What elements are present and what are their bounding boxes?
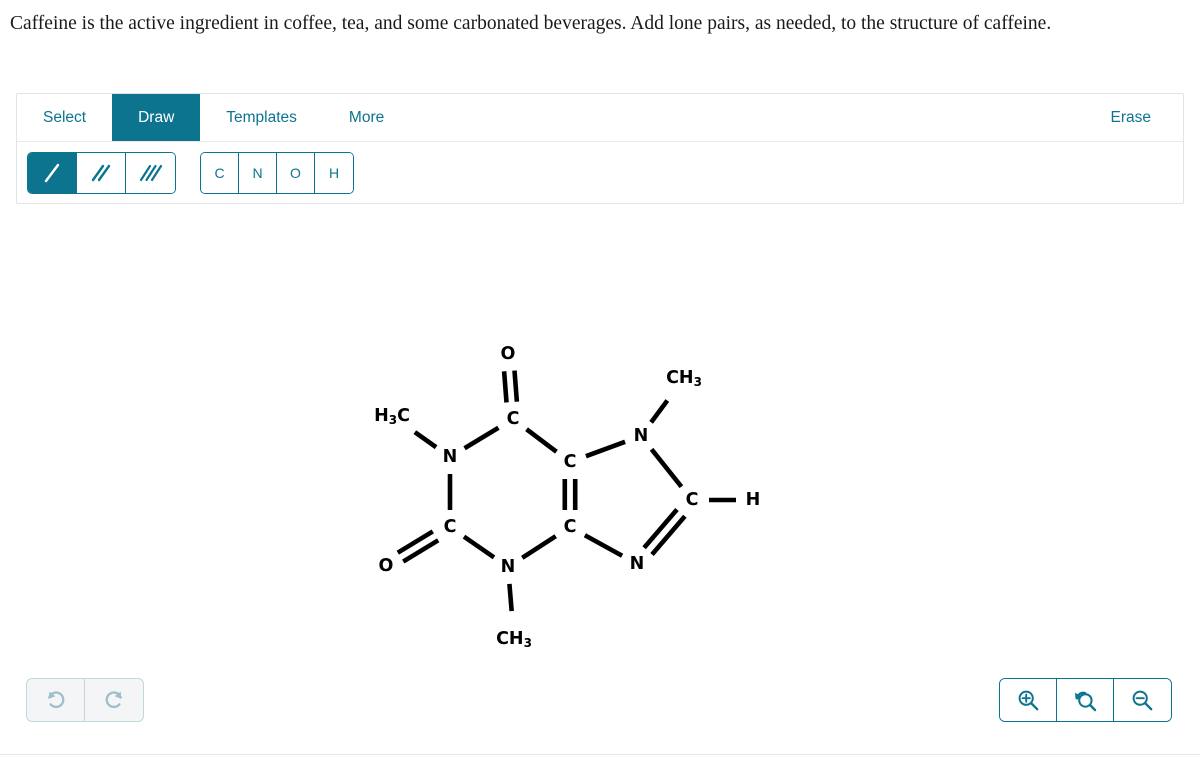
editor-tab-row: Select Draw Templates More Erase	[17, 94, 1183, 142]
tab-draw-label: Draw	[138, 108, 175, 126]
zoom-reset-button[interactable]	[1057, 679, 1114, 721]
bond-double-segment[interactable]	[512, 370, 520, 402]
bond-single[interactable]	[583, 533, 624, 558]
bond-double-segment[interactable]	[501, 371, 509, 403]
bond-single[interactable]	[413, 430, 438, 450]
single-bond-tool[interactable]	[28, 152, 77, 193]
single-bond-icon	[44, 163, 60, 182]
atom-label-n4[interactable]: N	[630, 554, 645, 574]
element-tool-c-label: C	[214, 164, 225, 181]
double-bond-tool[interactable]	[77, 152, 126, 193]
drawing-canvas[interactable]: O C H3C N C O N CH3 C C N CH3 C H N	[0, 230, 1200, 670]
bond-single[interactable]	[521, 534, 557, 560]
tab-templates-label: Templates	[226, 108, 297, 126]
element-tool-o[interactable]: O	[277, 152, 315, 193]
element-tool-n-label: N	[252, 164, 263, 181]
atom-label-c4[interactable]: C	[564, 452, 577, 472]
tab-more-label: More	[348, 108, 385, 126]
undo-button[interactable]	[27, 679, 85, 721]
magnifier-minus-icon	[1132, 690, 1153, 710]
bond-single[interactable]	[462, 534, 496, 560]
redo-icon	[105, 691, 122, 709]
bond-double-segment[interactable]	[402, 538, 440, 564]
undo-icon	[47, 691, 64, 709]
caffeine-structure: OCH3CNCO NCH3CCNCH3C HN	[374, 344, 760, 650]
bond-single[interactable]	[649, 447, 684, 489]
editor-tool-row: C N O H	[17, 142, 1183, 203]
tab-draw[interactable]: Draw	[112, 94, 201, 141]
tab-select-label: Select	[43, 108, 87, 126]
atom-label-c6[interactable]: C	[444, 517, 457, 537]
element-tool-c[interactable]: C	[201, 152, 239, 193]
history-button-group	[26, 678, 144, 722]
element-tool-h[interactable]: H	[315, 152, 353, 193]
bond-single[interactable]	[525, 427, 558, 454]
tab-select[interactable]: Select	[17, 94, 112, 141]
question-prompt: Caffeine is the active ingredient in cof…	[10, 13, 1052, 34]
element-tool-group: C N O H	[200, 151, 354, 194]
element-tool-o-label: O	[290, 164, 301, 181]
atom-label-n2[interactable]: N	[501, 557, 516, 577]
tab-more[interactable]: More	[323, 94, 410, 141]
triple-bond-icon	[139, 164, 162, 181]
zoom-in-button[interactable]	[1000, 679, 1057, 721]
atom-label-c2[interactable]: C	[507, 409, 520, 429]
bond-single[interactable]	[507, 583, 514, 612]
atom-label-n3[interactable]: N	[634, 426, 649, 446]
atom-label-o2[interactable]: O	[379, 556, 394, 576]
atom-layer: OCH3CNCO NCH3CCNCH3C HN	[374, 344, 760, 650]
triple-bond-tool[interactable]	[126, 152, 175, 193]
molecule-editor-panel: Select Draw Templates More Erase C N O H	[16, 93, 1184, 204]
atom-label-o1[interactable]: O	[501, 344, 516, 364]
redo-button[interactable]	[85, 679, 143, 721]
zoom-out-button[interactable]	[1114, 679, 1171, 721]
bond-single[interactable]	[463, 425, 500, 451]
bond-single[interactable]	[585, 439, 626, 459]
atom-label-m1[interactable]: H3C	[374, 406, 410, 427]
bond-tool-group	[27, 151, 176, 194]
magnifier-plus-icon	[1018, 690, 1038, 710]
editor-bottom-bar	[0, 672, 1200, 734]
erase-button-label: Erase	[1110, 108, 1152, 126]
zoom-button-group	[999, 678, 1172, 722]
atom-label-h1[interactable]: H	[746, 490, 761, 510]
atom-label-m2[interactable]: CH3	[496, 629, 532, 650]
atom-label-n1[interactable]: N	[443, 447, 458, 467]
tab-row-spacer	[410, 94, 1078, 141]
element-tool-n[interactable]: N	[239, 152, 277, 193]
bond-single[interactable]	[649, 399, 670, 424]
bond-double-segment[interactable]	[396, 529, 434, 555]
tab-templates[interactable]: Templates	[200, 94, 323, 141]
erase-button[interactable]: Erase	[1079, 94, 1184, 141]
atom-label-m3[interactable]: CH3	[666, 368, 702, 389]
double-bond-icon	[91, 164, 111, 181]
element-tool-h-label: H	[328, 164, 340, 181]
magnifier-reset-icon	[1074, 691, 1096, 711]
atom-label-c5[interactable]: C	[564, 517, 577, 537]
page-bottom-divider	[0, 754, 1200, 755]
atom-label-c8[interactable]: C	[686, 490, 699, 510]
